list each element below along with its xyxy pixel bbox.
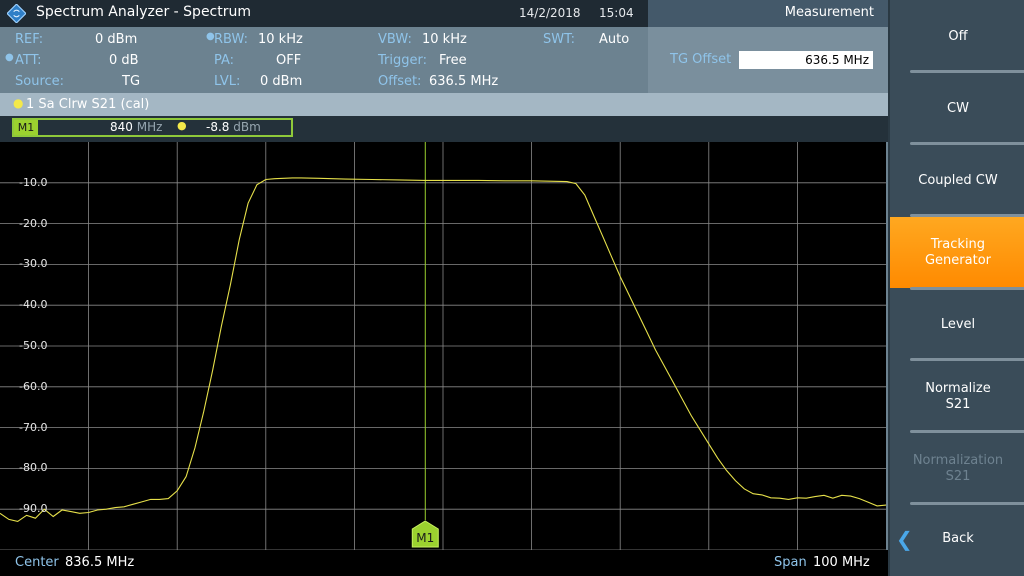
marker-readout[interactable]: M1 840 MHz ● -8.8 dBm bbox=[12, 118, 293, 137]
marker-freq-value: 840 bbox=[110, 120, 133, 134]
y-tick-label: -20.0 bbox=[19, 216, 48, 230]
y-tick-label: -50.0 bbox=[19, 339, 48, 352]
softkey-divider bbox=[910, 70, 1024, 73]
y-tick-label: -40.0 bbox=[19, 298, 48, 312]
softkey-cw-label: CW bbox=[947, 101, 969, 116]
center-value[interactable]: 836.5 MHz bbox=[65, 555, 134, 570]
tg-offset-input[interactable] bbox=[739, 51, 873, 69]
footer-bar: Center 836.5 MHz Span 100 MHz bbox=[0, 550, 888, 576]
y-tick-label: -30.0 bbox=[19, 257, 48, 271]
softkey-panel: Off CW Coupled CW Tracking Generator Lev… bbox=[888, 0, 1024, 576]
softkey-normalize-s21[interactable]: Normalize S21 bbox=[890, 362, 1024, 432]
title-bar: Spectrum Analyzer - Spectrum 14/2/2018 1… bbox=[0, 0, 648, 27]
y-tick-label: -60.0 bbox=[19, 379, 48, 393]
marker-flag-m1[interactable]: M1 bbox=[411, 520, 439, 548]
marker-level: -8.8 dBm bbox=[206, 120, 261, 134]
softkey-divider bbox=[910, 358, 1024, 361]
marker-flag-label: M1 bbox=[416, 531, 434, 545]
y-tick-label: -70.0 bbox=[19, 420, 48, 434]
softkey-divider bbox=[910, 430, 1024, 433]
ref-label: REF: bbox=[15, 32, 44, 47]
swt-value: Auto bbox=[599, 32, 630, 47]
softkey-coupled-cw-label: Coupled CW bbox=[918, 173, 998, 188]
marker-tag: M1 bbox=[14, 120, 38, 135]
chevron-left-icon: ❮ bbox=[896, 527, 913, 551]
parameter-panel[interactable]: REF: 0 dBm ● ATT: 0 dB Source: TG ● RBW:… bbox=[0, 27, 648, 93]
marker-trace-dot-icon: ● bbox=[177, 119, 187, 132]
trigger-label: Trigger: bbox=[378, 53, 427, 68]
softkey-tracking-generator[interactable]: Tracking Generator bbox=[890, 217, 1024, 288]
trace-color-dot-icon: ● bbox=[13, 96, 24, 110]
vbw-label: VBW: bbox=[378, 32, 412, 47]
att-coupled-dot-icon: ● bbox=[5, 52, 14, 63]
softkey-level-label: Level bbox=[940, 317, 976, 332]
trigger-value: Free bbox=[439, 53, 467, 68]
trace-info-bar[interactable]: ● 1 Sa Clrw S21 (cal) bbox=[0, 93, 888, 116]
measurement-header: Measurement bbox=[648, 0, 888, 27]
y-tick-label: -10.0 bbox=[19, 175, 48, 189]
pa-value: OFF bbox=[276, 53, 302, 68]
lvl-value: 0 dBm bbox=[260, 74, 303, 89]
softkey-divider bbox=[910, 142, 1024, 145]
y-tick-label: -90.0 bbox=[19, 502, 48, 516]
offset-value: 636.5 MHz bbox=[429, 74, 499, 89]
softkey-back[interactable]: ❮ Back bbox=[890, 504, 1024, 574]
marker-freq-unit: MHz bbox=[136, 120, 163, 134]
marker-bar: M1 840 MHz ● -8.8 dBm bbox=[0, 116, 888, 142]
source-label: Source: bbox=[15, 74, 65, 89]
softkey-off[interactable]: Off bbox=[890, 2, 1024, 72]
softkey-cw[interactable]: CW bbox=[890, 74, 1024, 144]
spectrum-chart[interactable]: M1 bbox=[0, 142, 888, 550]
softkey-off-label: Off bbox=[948, 29, 968, 44]
marker-level-value: -8.8 bbox=[206, 120, 230, 134]
span-value[interactable]: 100 MHz bbox=[813, 555, 870, 570]
date-display: 14/2/2018 bbox=[519, 6, 581, 20]
center-label: Center bbox=[15, 555, 59, 570]
marker-level-unit: dBm bbox=[233, 120, 261, 134]
softkey-normalization-s21[interactable]: Normalization S21 bbox=[890, 434, 1024, 504]
att-label: ATT: bbox=[15, 53, 42, 68]
app-title: Spectrum Analyzer - Spectrum bbox=[36, 4, 252, 20]
time-display: 15:04 bbox=[599, 6, 634, 20]
span-label: Span bbox=[774, 555, 807, 570]
softkey-normalization-s21-label: Normalization S21 bbox=[912, 453, 1004, 484]
vbw-value: 10 kHz bbox=[422, 32, 467, 47]
y-tick-label: -80.0 bbox=[19, 461, 48, 475]
measurement-header-label: Measurement bbox=[784, 5, 874, 20]
ref-value: 0 dBm bbox=[95, 32, 138, 47]
spectrum-plot[interactable]: M1 -10.0 -20.0 -30.0 -40.0 -50.0 -60.0 -70.0 -8… bbox=[0, 142, 888, 550]
softkey-normalize-s21-label: Normalize S21 bbox=[925, 381, 991, 412]
rbw-label: RBW: bbox=[214, 32, 248, 47]
rbw-value: 10 kHz bbox=[258, 32, 303, 47]
pa-label: PA: bbox=[214, 53, 235, 68]
source-value: TG bbox=[122, 74, 141, 89]
softkey-coupled-cw[interactable]: Coupled CW bbox=[890, 146, 1024, 216]
lvl-label: LVL: bbox=[214, 74, 241, 89]
measurement-panel: TG Offset bbox=[648, 27, 888, 93]
marker-frequency: 840 MHz bbox=[110, 120, 162, 134]
softkey-tracking-generator-label: Tracking Generator bbox=[924, 236, 991, 268]
softkey-level[interactable]: Level bbox=[890, 290, 1024, 360]
tg-offset-label: TG Offset bbox=[670, 52, 732, 67]
att-value: 0 dB bbox=[109, 53, 139, 68]
offset-label: Offset: bbox=[378, 74, 422, 89]
trace-info-label: 1 Sa Clrw S21 (cal) bbox=[26, 97, 150, 112]
softkey-back-label: Back bbox=[942, 531, 974, 546]
rohde-schwarz-logo-icon bbox=[7, 4, 26, 23]
swt-label: SWT: bbox=[543, 32, 575, 47]
